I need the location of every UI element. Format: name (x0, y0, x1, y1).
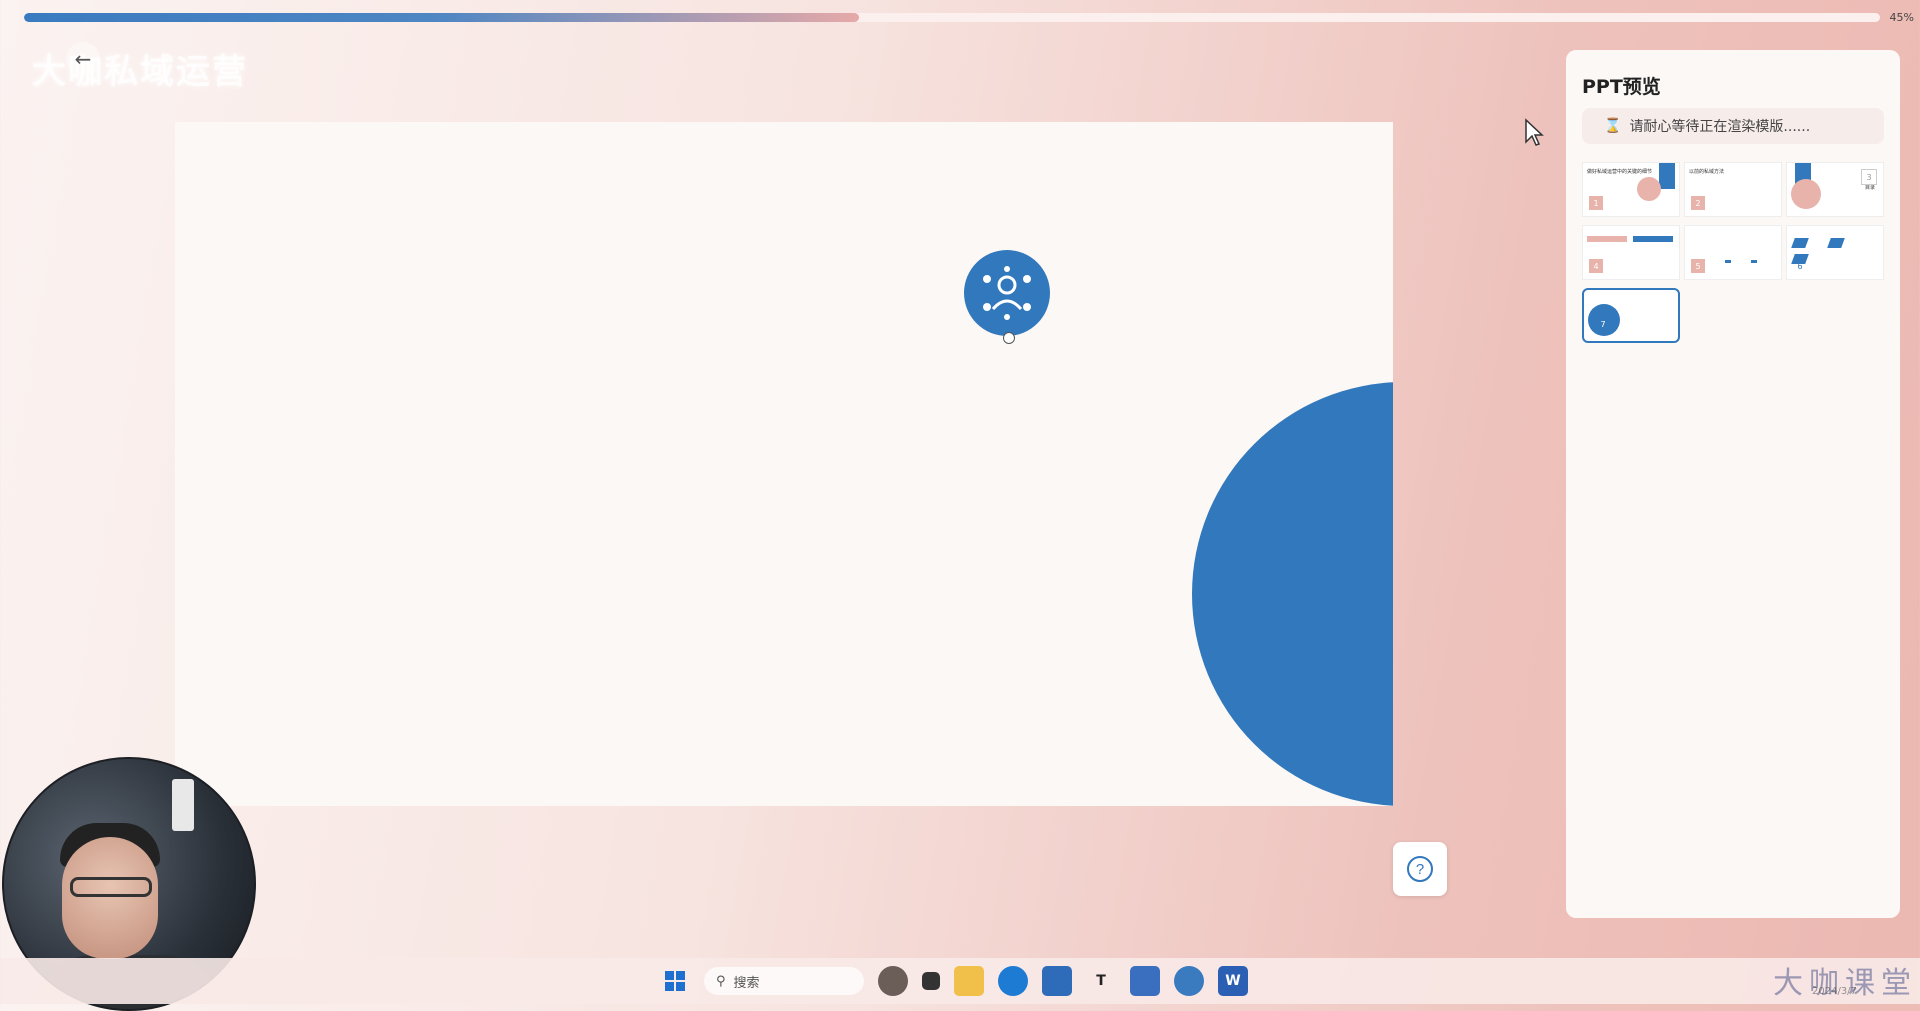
file-explorer-icon[interactable] (954, 966, 984, 996)
thumb-number: 1 (1589, 196, 1603, 210)
render-status-text: 请耐心等待正在渲染模版...... (1629, 119, 1811, 135)
hourglass-icon: ⌛ (1604, 118, 1622, 134)
search-icon: ⚲ (716, 973, 726, 989)
windows-start-icon[interactable] (660, 966, 690, 996)
question-icon: ? (1407, 856, 1433, 882)
progress-label: 45% (1889, 11, 1914, 24)
taskbar-search[interactable]: ⚲ 搜索 (704, 967, 864, 995)
windows-taskbar: ⚲ 搜索 T W (0, 958, 1920, 1004)
render-status: ⌛ 请耐心等待正在渲染模版...... (1582, 108, 1884, 144)
chrome-icon[interactable] (1174, 966, 1204, 996)
slide-thumbnail-7[interactable]: 7 (1582, 288, 1680, 343)
thumb-number: 7 (1600, 319, 1606, 329)
slide-thumbnail-1[interactable]: 做好私域运营中的关键的细节 1 (1582, 162, 1680, 217)
thumb-number: 2 (1691, 196, 1705, 210)
user-group-icon (983, 266, 1031, 320)
notepad-icon[interactable] (1130, 966, 1160, 996)
watermark-date: 2024/3/7 (1812, 986, 1857, 997)
thumb-number: 4 (1589, 259, 1603, 273)
slide-half-circle-shape[interactable] (1192, 382, 1393, 806)
thumb-number: 5 (1691, 259, 1705, 273)
thumb-number: 6 (1797, 261, 1803, 271)
progress-fill (24, 13, 860, 22)
thumbnail-grid: 做好私域运营中的关键的细节 1 以前的私域方法 2 目录 3 4 5 6 7 (1582, 162, 1888, 343)
ppt-preview-panel: PPT预览 ⌛ 请耐心等待正在渲染模版...... 做好私域运营中的关键的细节 … (1566, 50, 1900, 918)
slide-thumbnail-2[interactable]: 以前的私域方法 2 (1684, 162, 1782, 217)
slide-thumbnail-6[interactable]: 6 (1786, 225, 1884, 280)
word-icon[interactable]: W (1218, 966, 1248, 996)
thumb-number: 3 (1861, 169, 1877, 185)
svg-text:?: ? (1416, 861, 1424, 878)
edge-browser-icon[interactable] (998, 966, 1028, 996)
slide-canvas[interactable] (175, 122, 1393, 806)
back-arrow-icon: ← (74, 47, 92, 71)
store-icon[interactable] (1042, 966, 1072, 996)
typora-icon[interactable]: T (1086, 966, 1116, 996)
help-button[interactable]: ? (1393, 842, 1447, 896)
progress-bar (24, 13, 1880, 22)
mouse-cursor-icon (1525, 118, 1544, 146)
slide-thumbnail-5[interactable]: 5 (1684, 225, 1782, 280)
slide-thumbnail-3[interactable]: 目录 3 (1786, 162, 1884, 217)
app-icon-2[interactable] (922, 972, 940, 990)
thumb-text: 以前的私域方法 (1689, 169, 1725, 175)
search-label: 搜索 (733, 975, 760, 991)
thumb-text: 做好私域运营中的关键的细节 (1587, 169, 1653, 175)
rotate-handle[interactable] (1003, 332, 1015, 344)
slide-user-icon[interactable] (964, 250, 1050, 336)
app-icon-1[interactable] (878, 966, 908, 996)
back-button[interactable]: ← (66, 42, 100, 76)
thumb-text: 目录 (1864, 185, 1875, 191)
preview-title: PPT预览 (1582, 76, 1661, 98)
slide-thumbnail-4[interactable]: 4 (1582, 225, 1680, 280)
brand-title: 大咖私域运营 (32, 52, 248, 92)
